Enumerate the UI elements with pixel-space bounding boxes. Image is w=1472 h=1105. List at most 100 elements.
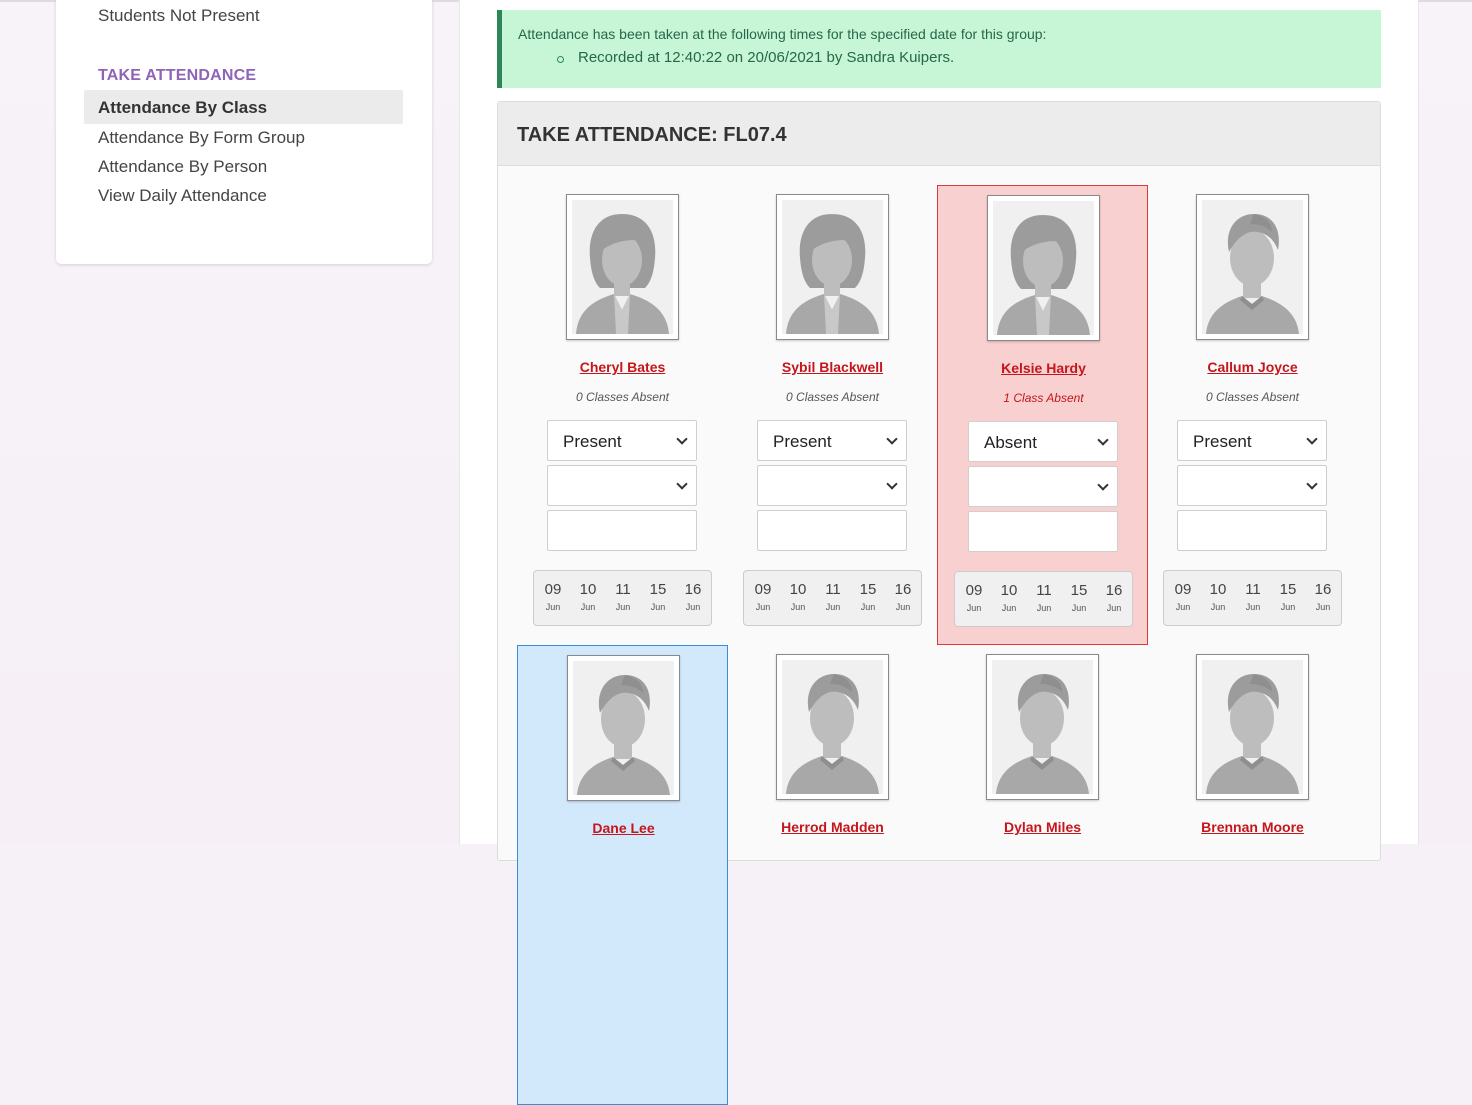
student-name-link[interactable]: Dane Lee: [518, 820, 729, 836]
student-photo: [986, 654, 1099, 800]
date-day: 09: [965, 582, 983, 599]
sidebar-link-students-not-present[interactable]: Students Not Present: [98, 6, 260, 26]
attendance-status-select[interactable]: Present: [547, 420, 697, 461]
sidebar-heading-take-attendance: TAKE ATTENDANCE: [98, 67, 257, 84]
avatar-icon: [572, 200, 673, 334]
attendance-comment-input[interactable]: [968, 511, 1118, 552]
bullet-circle-icon: [557, 56, 564, 63]
success-alert: Attendance has been taken at the followi…: [497, 10, 1381, 88]
date-day: 09: [544, 581, 562, 598]
attendance-date-cell: 10 Jun: [783, 581, 813, 612]
avatar-icon: [782, 200, 883, 334]
attendance-date-cell: 09 Jun: [1168, 581, 1198, 612]
date-day: 15: [649, 581, 667, 598]
chevron-down-icon: [1097, 434, 1109, 446]
student-card[interactable]: Herrod Madden: [727, 645, 938, 1105]
attendance-reason-select[interactable]: [968, 466, 1118, 507]
chevron-down-icon: [676, 433, 688, 445]
attendance-date-cell: 10 Jun: [994, 582, 1024, 613]
avatar-icon: [782, 660, 883, 794]
attendance-date-cell: 10 Jun: [1203, 581, 1233, 612]
chevron-down-icon: [886, 478, 898, 490]
date-month: Jun: [1280, 602, 1296, 612]
sidebar-link-attendance-by-person[interactable]: Attendance By Person: [98, 157, 267, 177]
student-name-link[interactable]: Callum Joyce: [1147, 359, 1358, 375]
panel-title: TAKE ATTENDANCE: FL07.4: [517, 124, 787, 146]
attendance-status-value: Present: [773, 432, 832, 451]
date-month: Jun: [755, 602, 771, 612]
student-photo: [776, 194, 889, 340]
attendance-comment-input[interactable]: [757, 510, 907, 551]
date-month: Jun: [790, 602, 806, 612]
recent-attendance-dates: 09 Jun 10 Jun 11 Jun 15 Jun 16 Jun: [954, 571, 1133, 627]
date-day: 16: [684, 581, 702, 598]
sidebar-link-attendance-by-class[interactable]: Attendance By Class: [98, 98, 267, 118]
sidebar-link-view-daily-attendance[interactable]: View Daily Attendance: [98, 186, 267, 206]
date-day: 11: [1245, 581, 1261, 598]
attendance-reason-select[interactable]: [1177, 465, 1327, 506]
attendance-date-cell: 16 Jun: [888, 581, 918, 612]
student-name-link[interactable]: Herrod Madden: [727, 819, 938, 835]
student-card[interactable]: Brennan Moore: [1147, 645, 1358, 1105]
attendance-date-cell: 10 Jun: [573, 581, 603, 612]
avatar-icon: [993, 201, 1094, 335]
student-photo: [776, 654, 889, 800]
recent-attendance-dates: 09 Jun 10 Jun 11 Jun 15 Jun 16 Jun: [743, 570, 922, 626]
classes-absent-count: 0 Classes Absent: [1206, 390, 1299, 404]
student-card[interactable]: Sybil Blackwell 0 Classes Absent Present 09…: [727, 185, 938, 645]
date-month: Jun: [580, 602, 596, 612]
student-card[interactable]: Kelsie Hardy 1 Class Absent Absent 09 Jun 10 J…: [937, 185, 1148, 645]
date-month: Jun: [895, 602, 911, 612]
attendance-status-select[interactable]: Present: [1177, 420, 1327, 461]
attendance-status-select[interactable]: Absent: [968, 421, 1118, 462]
student-name-link[interactable]: Kelsie Hardy: [938, 360, 1149, 376]
date-month: Jun: [966, 603, 982, 613]
chevron-down-icon: [1306, 433, 1318, 445]
avatar-icon: [1202, 200, 1303, 334]
attendance-date-cell: 16 Jun: [1099, 582, 1129, 613]
date-day: 16: [894, 581, 912, 598]
student-card[interactable]: Callum Joyce 0 Classes Absent Present 09 Jun…: [1147, 185, 1358, 645]
attendance-date-cell: 15 Jun: [853, 581, 883, 612]
chevron-down-icon: [676, 478, 688, 490]
attendance-reason-select[interactable]: [757, 465, 907, 506]
attendance-date-cell: 16 Jun: [1308, 581, 1338, 612]
student-name-link[interactable]: Cheryl Bates: [517, 359, 728, 375]
date-month: Jun: [825, 602, 841, 612]
student-photo: [567, 655, 680, 801]
attendance-date-cell: 15 Jun: [1273, 581, 1303, 612]
attendance-comment-input[interactable]: [1177, 510, 1327, 551]
sidebar: Students Not Present TAKE ATTENDANCE Att…: [56, 0, 432, 264]
date-month: Jun: [1071, 603, 1087, 613]
classes-absent-count: 0 Classes Absent: [576, 390, 669, 404]
date-month: Jun: [545, 602, 561, 612]
attendance-status-value: Present: [1193, 432, 1252, 451]
attendance-date-cell: 11 Jun: [818, 581, 848, 612]
date-month: Jun: [1210, 602, 1226, 612]
attendance-date-cell: 15 Jun: [1064, 582, 1094, 613]
date-day: 11: [1036, 582, 1052, 599]
classes-absent-count: 1 Class Absent: [1003, 391, 1084, 405]
student-name-link[interactable]: Sybil Blackwell: [727, 359, 938, 375]
date-day: 16: [1314, 581, 1332, 598]
attendance-comment-input[interactable]: [547, 510, 697, 551]
student-photo: [1196, 654, 1309, 800]
date-day: 10: [789, 581, 807, 598]
date-day: 09: [1174, 581, 1192, 598]
chevron-down-icon: [1097, 479, 1109, 491]
attendance-reason-select[interactable]: [547, 465, 697, 506]
attendance-status-select[interactable]: Present: [757, 420, 907, 461]
sidebar-link-attendance-by-form-group[interactable]: Attendance By Form Group: [98, 128, 305, 148]
attendance-date-cell: 15 Jun: [643, 581, 673, 612]
date-month: Jun: [1175, 602, 1191, 612]
date-month: Jun: [1315, 602, 1331, 612]
student-name-link[interactable]: Brennan Moore: [1147, 819, 1358, 835]
student-name-link[interactable]: Dylan Miles: [937, 819, 1148, 835]
student-card[interactable]: Cheryl Bates 0 Classes Absent Present 09 Jun…: [517, 185, 728, 645]
student-card[interactable]: Dylan Miles: [937, 645, 1148, 1105]
chevron-down-icon: [886, 433, 898, 445]
attendance-date-cell: 11 Jun: [608, 581, 638, 612]
date-day: 10: [579, 581, 597, 598]
date-month: Jun: [1036, 603, 1052, 613]
student-card[interactable]: Dane Lee: [517, 645, 728, 1105]
